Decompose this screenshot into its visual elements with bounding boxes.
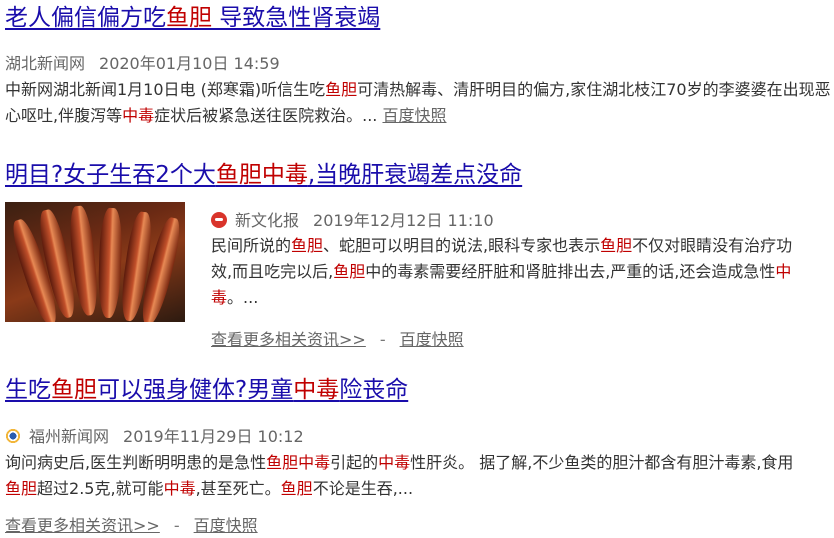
more-news-link[interactable]: 查看更多相关资讯>> (5, 516, 160, 535)
result-links-3: 查看更多相关资讯>> - 百度快照 (5, 512, 258, 536)
result-title-2[interactable]: 明目?女子生吞2个大鱼胆中毒,当晚肝衰竭差点没命 (5, 160, 522, 190)
fuzhou-news-logo-icon (5, 428, 21, 444)
result-title-3[interactable]: 生吃鱼胆可以强身健体?男童中毒险丧命 (5, 375, 408, 405)
fish-shape (97, 207, 123, 319)
result-source: 湖北新闻网 (5, 54, 86, 73)
snapshot-link[interactable]: 百度快照 (194, 516, 258, 535)
more-news-link[interactable]: 查看更多相关资讯>> (211, 330, 366, 349)
result-source: 福州新闻网 (29, 427, 110, 446)
snapshot-link[interactable]: 百度快照 (382, 106, 446, 125)
result-date: 2020年01月10日 14:59 (99, 54, 280, 73)
result-snippet-1: 中新网湖北新闻1月10日电 (郑寒霜)听信生吃鱼胆可清热解毒、清肝明目的偏方,家… (5, 80, 831, 125)
result-date: 2019年12月12日 11:10 (313, 211, 494, 230)
result-meta-1: 湖北新闻网 2020年01月10日 14:59 (5, 50, 280, 74)
result-snippet-3: 询问病史后,医生判断明明患的是急性鱼胆中毒引起的中毒性肝炎。 据了解,不少鱼类的… (5, 453, 794, 498)
result-meta-2: 新文化报 2019年12月12日 11:10 (211, 207, 494, 231)
result-snippet-2: 民间所说的鱼胆、蛇胆可以明目的说法,眼科专家也表示鱼胆不仅对眼睛没有治疗功效,而… (211, 236, 793, 307)
result-source: 新文化报 (235, 211, 300, 230)
xinwenhuabao-logo-icon (211, 212, 227, 228)
result-title-1[interactable]: 老人偏信偏方吃鱼胆 导致急性肾衰竭 (5, 3, 380, 33)
link-separator: - (173, 516, 180, 535)
result-links-2: 查看更多相关资讯>> - 百度快照 (211, 326, 464, 350)
result-meta-3: 福州新闻网 2019年11月29日 10:12 (5, 423, 304, 447)
link-separator: - (379, 330, 386, 349)
snapshot-link[interactable]: 百度快照 (400, 330, 464, 349)
result-date: 2019年11月29日 10:12 (123, 427, 304, 446)
result-thumbnail-fish-image[interactable] (5, 202, 185, 322)
